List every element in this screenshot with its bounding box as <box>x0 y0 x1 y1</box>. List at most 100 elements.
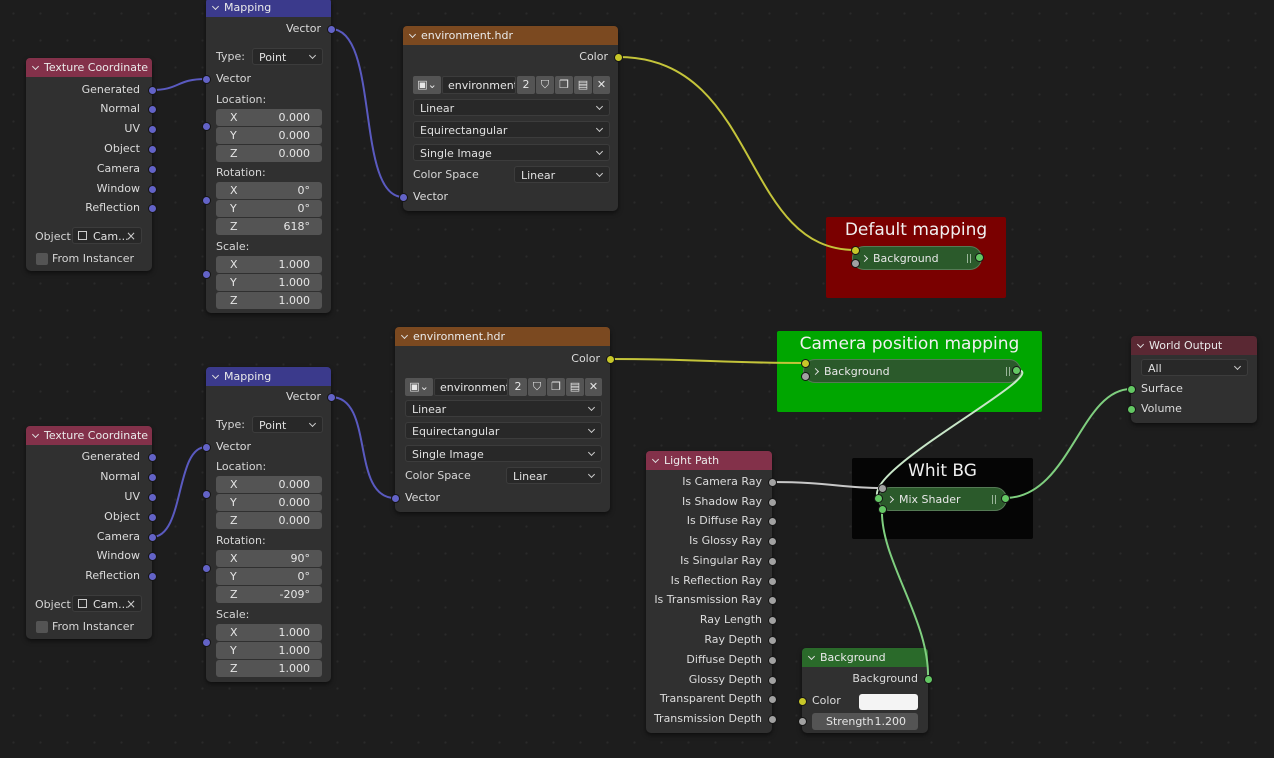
socket-reflection-out-2[interactable] <box>148 572 157 581</box>
scale-x-field[interactable]: X 1.000 <box>216 256 322 273</box>
socket-is-transmission-ray-out[interactable] <box>768 596 777 605</box>
link-mapping2-to-env2[interactable] <box>330 396 396 499</box>
socket-is-glossy-ray-out[interactable] <box>768 537 777 546</box>
world-output-node[interactable]: World Output All Surface Volume <box>1131 336 1257 423</box>
socket-mix-fac-in[interactable] <box>878 484 887 493</box>
from-instancer-checkbox[interactable] <box>36 253 48 265</box>
scale-y-field[interactable]: Y 1.000 <box>216 274 322 291</box>
background-node[interactable]: Background Background Color Strength 1.2… <box>802 648 928 733</box>
projection-dropdown[interactable]: Equirectangular <box>413 121 610 138</box>
socket-uv-out-1[interactable] <box>148 125 157 134</box>
image-icon[interactable]: ▣⌄ <box>413 76 441 94</box>
light-path-node[interactable]: Light Path Is Camera Ray Is Shadow Ray I… <box>646 451 772 733</box>
node-header[interactable]: World Output <box>1131 336 1257 355</box>
rotation-z-field[interactable]: Z 618° <box>216 218 322 235</box>
socket-env1-vector-in[interactable] <box>399 193 408 202</box>
scale-y-field[interactable]: Y 1.000 <box>216 642 322 659</box>
rotation-y-field[interactable]: Y 0° <box>216 200 322 217</box>
socket-default-bg-strength-in[interactable] <box>851 259 860 268</box>
environment-texture-node-1[interactable]: environment.hdr Color ▣⌄ environment... … <box>403 26 618 211</box>
socket-mix-out[interactable] <box>1001 494 1010 503</box>
pack-icon[interactable]: ▤ <box>566 378 584 396</box>
socket-is-camera-ray-out[interactable] <box>768 478 777 487</box>
close-icon[interactable]: × <box>126 228 136 245</box>
link-camera-to-mapping2[interactable] <box>151 446 207 538</box>
image-name-field[interactable]: environment... <box>434 378 508 396</box>
socket-mapping2-scale-in[interactable] <box>202 638 211 647</box>
socket-window-out-2[interactable] <box>148 552 157 561</box>
scale-z-field[interactable]: Z 1.000 <box>216 292 322 309</box>
image-icon[interactable]: ▣⌄ <box>405 378 433 396</box>
rotation-z-field[interactable]: Z -209° <box>216 586 322 603</box>
rotation-y-field[interactable]: Y 0° <box>216 568 322 585</box>
socket-transparent-depth-out[interactable] <box>768 695 777 704</box>
image-selector[interactable]: ▣⌄ environment... 2 ⛉ ❐ ▤ ✕ <box>413 76 610 94</box>
socket-env2-vector-in[interactable] <box>391 494 400 503</box>
socket-mapping2-vector-out[interactable] <box>327 393 336 402</box>
type-dropdown[interactable]: Point <box>252 416 323 433</box>
socket-object-out-2[interactable] <box>148 513 157 522</box>
socket-camera-out-2[interactable] <box>148 533 157 542</box>
location-z-field[interactable]: Z 0.000 <box>216 145 322 162</box>
link-env2-color-to-camera-bg[interactable] <box>609 358 806 364</box>
socket-mapping1-vector-in[interactable] <box>202 75 211 84</box>
close-icon[interactable]: ✕ <box>585 378 602 396</box>
environment-texture-node-2[interactable]: environment.hdr Color ▣⌄ environment... … <box>395 327 610 512</box>
object-field[interactable]: Cam... × <box>72 595 142 612</box>
close-icon[interactable]: × <box>126 596 136 613</box>
socket-camera-bg-color-in[interactable] <box>801 359 810 368</box>
socket-window-out-1[interactable] <box>148 185 157 194</box>
color-space-dropdown[interactable]: Linear <box>506 467 602 484</box>
location-y-field[interactable]: Y 0.000 <box>216 127 322 144</box>
node-header[interactable]: Light Path <box>646 451 772 470</box>
socket-is-shadow-ray-out[interactable] <box>768 498 777 507</box>
projection-dropdown[interactable]: Equirectangular <box>405 422 602 439</box>
image-selector[interactable]: ▣⌄ environment... 2 ⛉ ❐ ▤ ✕ <box>405 378 602 396</box>
texture-coordinate-node-1[interactable]: Texture Coordinate Generated Normal UV O… <box>26 58 152 271</box>
link-env1-color-to-default-bg[interactable] <box>617 56 856 251</box>
rotation-x-field[interactable]: X 90° <box>216 550 322 567</box>
location-x-field[interactable]: X 0.000 <box>216 476 322 493</box>
socket-background-strength-in[interactable] <box>798 717 807 726</box>
socket-mapping2-rotation-in[interactable] <box>202 564 211 573</box>
socket-glossy-depth-out[interactable] <box>768 676 777 685</box>
duplicate-icon[interactable]: ❐ <box>555 76 573 94</box>
background-node-collapsed-camera[interactable]: Background <box>803 359 1021 383</box>
user-count[interactable]: 2 <box>517 76 535 94</box>
socket-ray-depth-out[interactable] <box>768 636 777 645</box>
socket-diffuse-depth-out[interactable] <box>768 656 777 665</box>
link-mapping1-to-env1[interactable] <box>330 28 404 198</box>
strength-field[interactable]: Strength 1.200 <box>812 713 918 730</box>
socket-normal-out-2[interactable] <box>148 473 157 482</box>
scale-z-field[interactable]: Z 1.000 <box>216 660 322 677</box>
duplicate-icon[interactable]: ❐ <box>547 378 565 396</box>
socket-transmission-depth-out[interactable] <box>768 715 777 724</box>
socket-camera-out-1[interactable] <box>148 165 157 174</box>
pack-icon[interactable]: ▤ <box>574 76 592 94</box>
socket-mix-shader2-in[interactable] <box>878 505 887 514</box>
socket-is-reflection-ray-out[interactable] <box>768 577 777 586</box>
type-dropdown[interactable]: Point <box>252 48 323 65</box>
socket-mapping1-rotation-in[interactable] <box>202 196 211 205</box>
socket-camera-bg-out[interactable] <box>1012 366 1021 375</box>
mix-shader-node-collapsed[interactable]: Mix Shader <box>878 487 1007 511</box>
socket-object-out-1[interactable] <box>148 145 157 154</box>
color-space-dropdown[interactable]: Linear <box>514 166 610 183</box>
interpolation-dropdown[interactable]: Linear <box>413 99 610 116</box>
node-header[interactable]: Texture Coordinate <box>26 58 152 77</box>
socket-env1-color-out[interactable] <box>614 53 623 62</box>
source-dropdown[interactable]: Single Image <box>405 445 602 462</box>
mapping-node-1[interactable]: Mapping Vector Type: Point Vector Locati… <box>206 0 331 313</box>
node-header[interactable]: environment.hdr <box>395 327 610 346</box>
rotation-x-field[interactable]: X 0° <box>216 182 322 199</box>
from-instancer-checkbox[interactable] <box>36 621 48 633</box>
shield-icon[interactable]: ⛉ <box>528 378 546 396</box>
socket-default-bg-out[interactable] <box>975 253 984 262</box>
socket-reflection-out-1[interactable] <box>148 204 157 213</box>
location-y-field[interactable]: Y 0.000 <box>216 494 322 511</box>
interpolation-dropdown[interactable]: Linear <box>405 400 602 417</box>
node-header[interactable]: environment.hdr <box>403 26 618 45</box>
socket-mapping1-location-in[interactable] <box>202 122 211 131</box>
socket-mapping1-scale-in[interactable] <box>202 270 211 279</box>
scale-x-field[interactable]: X 1.000 <box>216 624 322 641</box>
